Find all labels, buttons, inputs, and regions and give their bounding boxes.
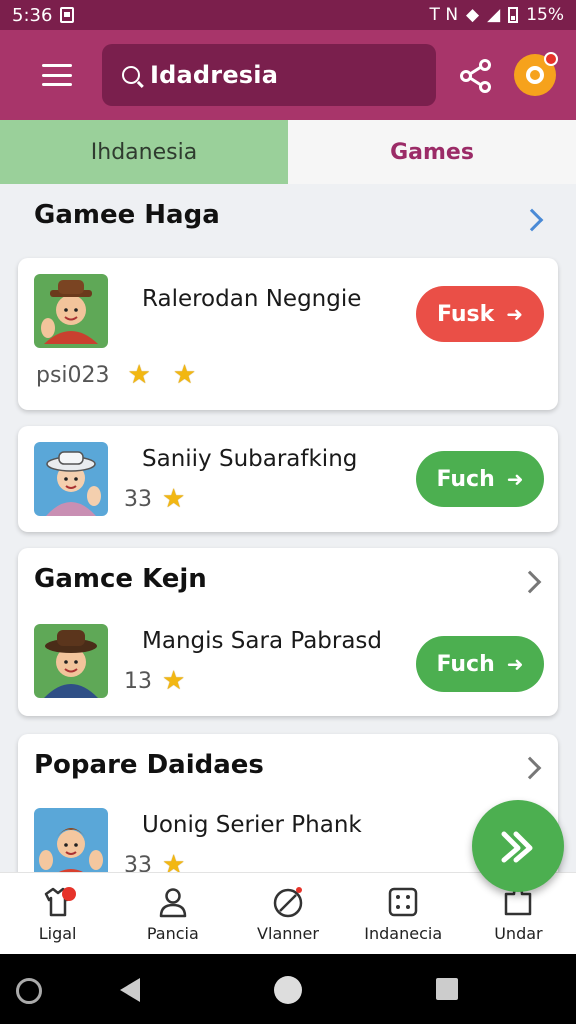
nav-label: Undar xyxy=(494,924,543,943)
chevron-right-icon[interactable] xyxy=(518,570,542,594)
nav-item-indanecia[interactable]: Indanecia xyxy=(346,873,461,954)
notification-icon[interactable] xyxy=(514,52,558,96)
item-title: Mangis Sara Pabrasd xyxy=(142,628,383,654)
item-meta-text: psi023 xyxy=(36,362,110,388)
shuffle-icon xyxy=(501,831,533,863)
arrow-right-icon: ➜ xyxy=(506,467,524,491)
nav-item-pancia[interactable]: Pancia xyxy=(115,873,230,954)
system-nav-bar xyxy=(0,954,576,1024)
section-title: Gamce Kejn xyxy=(34,564,207,594)
section-title: Popare Daidaes xyxy=(34,750,264,780)
home-icon[interactable] xyxy=(274,976,302,1004)
button-label: Fusk xyxy=(436,301,495,327)
list-item[interactable]: Saniiy Subarafking 33 ★ Fuch ➜ xyxy=(18,426,558,532)
star-icon: ★ xyxy=(162,666,186,696)
star-icon: ★ xyxy=(162,484,186,514)
wifi-icon: ◆ xyxy=(466,5,480,25)
nav-item-vlanner[interactable]: Vlanner xyxy=(230,873,345,954)
app-bar: Idadresia xyxy=(0,30,576,120)
chevron-right-icon[interactable] xyxy=(520,208,544,232)
shuffle-fab-button[interactable] xyxy=(472,800,564,892)
item-meta-text: 13 xyxy=(124,668,152,694)
chevron-right-icon[interactable] xyxy=(518,756,542,780)
arrow-right-icon: ➜ xyxy=(506,652,524,676)
status-time: 5:36 xyxy=(12,4,53,26)
list-item[interactable]: Ralerodan Negngie psi023 ★ ★ Fusk ➜ xyxy=(18,258,558,410)
item-meta: 13 ★ xyxy=(124,668,185,694)
sd-card-icon xyxy=(60,7,75,23)
avatar xyxy=(34,624,108,698)
share-icon[interactable] xyxy=(458,58,494,94)
nav-item-ligal[interactable]: Ligal xyxy=(0,873,115,954)
compass-icon xyxy=(273,887,303,918)
status-bar: 5:36 T N ◆ ◢ 15% xyxy=(0,0,576,30)
signal-icon: ◢ xyxy=(487,5,501,25)
section-title: Gamee Haga xyxy=(34,200,220,230)
status-carrier: T N xyxy=(429,5,459,25)
avatar xyxy=(34,442,108,516)
bottom-nav: Ligal Pancia Vlanner Indanecia Undar xyxy=(0,872,576,954)
back-icon[interactable] xyxy=(120,978,140,1002)
fusk-button[interactable]: Fusk ➜ xyxy=(416,286,544,342)
fuch-button[interactable]: Fuch ➜ xyxy=(416,451,544,507)
fuch-button[interactable]: Fuch ➜ xyxy=(416,636,544,692)
section-card: Popare Daidaes Uonig Serier Phank 33 ★ xyxy=(18,734,558,894)
avatar xyxy=(34,274,108,348)
tab-games[interactable]: Games xyxy=(288,120,576,184)
menu-icon[interactable] xyxy=(40,60,74,90)
button-label: Fuch xyxy=(436,651,495,677)
search-text: Idadresia xyxy=(150,61,279,89)
search-icon xyxy=(122,66,140,84)
recent-apps-icon[interactable] xyxy=(436,978,458,1000)
nav-badge xyxy=(62,887,76,901)
item-meta-text: 33 xyxy=(124,486,152,512)
item-title: Uonig Serier Phank xyxy=(142,812,362,838)
battery-icon xyxy=(508,7,519,23)
search-bar[interactable]: Idadresia xyxy=(102,44,436,106)
star-icon: ★ xyxy=(172,360,197,390)
assistant-icon[interactable] xyxy=(16,978,42,1004)
arrow-right-icon: ➜ xyxy=(506,302,524,326)
nav-label: Ligal xyxy=(38,924,77,943)
star-icon: ★ xyxy=(127,360,151,390)
notification-badge xyxy=(544,52,558,66)
item-title: Ralerodan Negngie xyxy=(142,286,362,312)
tab-bar: Ihdanesia Games xyxy=(0,120,576,184)
nav-label: Pancia xyxy=(146,924,199,943)
nav-label: Vlanner xyxy=(257,924,319,943)
dice-icon xyxy=(388,887,418,917)
nav-label: Indanecia xyxy=(364,924,443,943)
tab-ihdanesia[interactable]: Ihdanesia xyxy=(0,120,288,184)
item-meta: 33 ★ xyxy=(124,486,185,512)
person-icon xyxy=(159,888,187,918)
item-title: Saniiy Subarafking xyxy=(142,446,358,472)
button-label: Fuch xyxy=(436,466,495,492)
item-meta: psi023 ★ ★ xyxy=(36,362,196,388)
section-card: Gamce Kejn Mangis Sara Pabrasd 13 ★ Fuch… xyxy=(18,548,558,716)
battery-percent: 15% xyxy=(526,5,564,25)
avatar xyxy=(34,808,108,882)
